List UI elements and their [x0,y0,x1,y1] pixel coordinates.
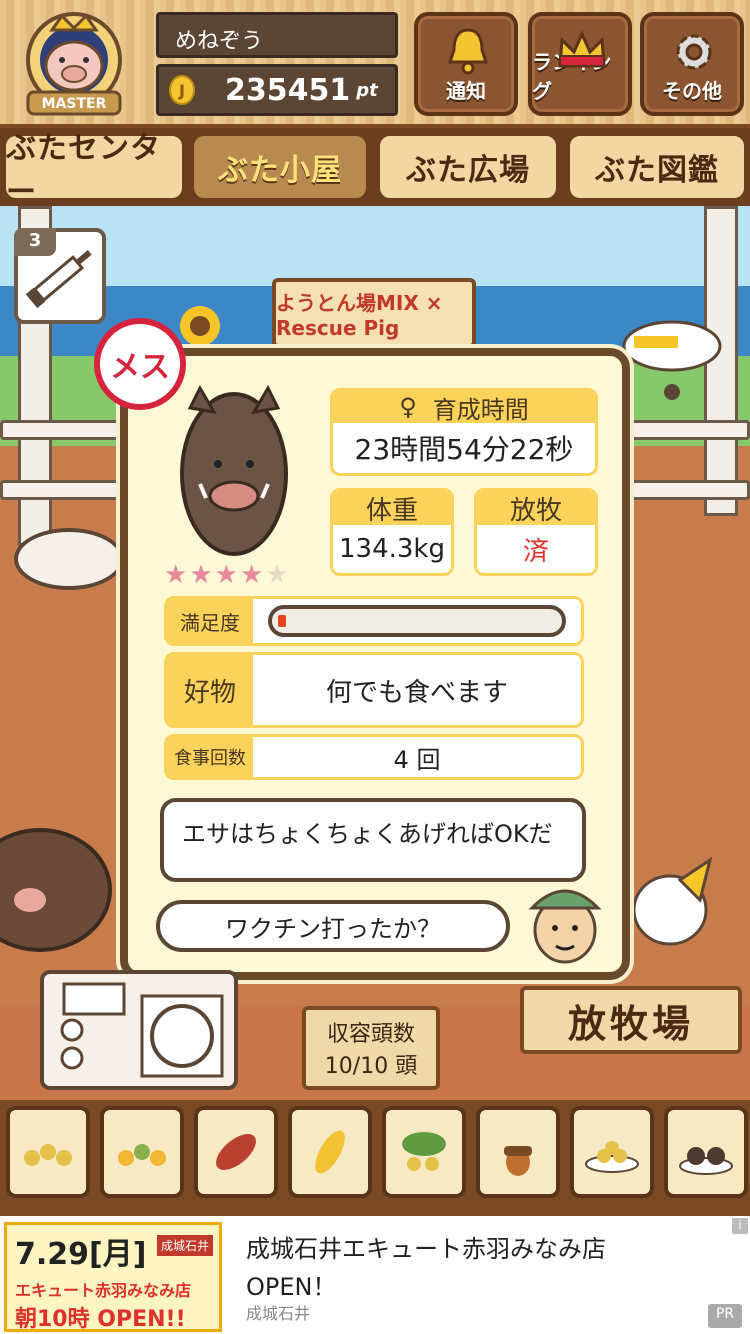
vegetable-icon [402,1132,446,1171]
star-empty-icon: ★ [265,560,291,590]
favorite-label: 好物 [167,655,253,725]
satisfaction-fill [278,615,286,627]
grain-plate-icon [585,1141,639,1173]
tab-pig-center[interactable]: ぶたセンター [2,131,186,210]
points-value: 235451 [225,72,351,108]
gender-label: メス [110,350,170,385]
growth-time-label: 育成時間 [432,395,529,424]
badge-label: MASTER [42,96,107,112]
ranking-button[interactable]: ランキング [528,12,632,116]
master-badge[interactable]: MASTER [14,8,134,118]
feed-slot-2[interactable] [100,1106,184,1198]
star-icon: ★ [189,560,215,590]
points-unit: pt [356,79,378,101]
collab-sign: ようとん場MIX × Rescue Pig [272,278,476,348]
settings-button[interactable]: その他 [640,12,744,116]
water-bowl[interactable] [14,528,124,590]
feed-slot-5[interactable] [382,1106,466,1198]
feed-slot-1[interactable] [6,1106,90,1198]
user-name: めねぞう [156,12,398,58]
notification-button[interactable]: 通知 [414,12,518,116]
pasture-button[interactable]: 放牧場 [520,986,742,1054]
weight-box: 体重 134.3kg [330,488,454,576]
corn-mix-icon [118,1144,166,1166]
boar-left[interactable] [0,800,130,960]
barn-control-panel[interactable] [40,970,238,1090]
ad-image-brand: 成城石井 [156,1235,213,1256]
dark-balls-icon [679,1147,733,1175]
farmer-speech-bubble: エサはちょくちょくあげればOKだ [160,798,586,882]
corn-icon [315,1130,345,1174]
growth-time-value: 23時間54分22秒 [354,433,574,466]
feed-slot-3[interactable] [194,1106,278,1198]
rarity-stars: ★★★★★ [164,560,291,590]
tab-pig-encyclopedia[interactable]: ぶた図鑑 [566,132,748,202]
favorite-row: 好物 何でも食べます [164,652,584,728]
satisfaction-row: 満足度 [164,596,584,646]
timer-icon: ♀ [399,393,417,421]
acorn-icon [504,1146,532,1176]
star-icon: ★ [214,560,240,590]
satisfaction-bar [268,605,566,637]
ad-pr-badge: PR [708,1304,742,1328]
boar-portrait [180,384,288,556]
tab-pig-house[interactable]: ぶた小屋 [190,132,370,202]
capacity-sign: 収容頭数 10/10 頭 [302,1006,440,1090]
farmer-avatar [528,889,602,964]
ad-image-store: エキュート赤羽みなみ店 [15,1281,192,1300]
coin-icon: J [169,75,195,105]
tab-pig-plaza[interactable]: ぶた広場 [376,132,560,202]
meals-label: 食事回数 [167,737,253,777]
beans-icon [24,1144,72,1166]
bell-icon [447,28,489,75]
vaccine-reply-button[interactable]: ワクチン打ったか？ [156,900,510,952]
feed-slot-4[interactable] [288,1106,372,1198]
gear-icon [676,34,712,70]
capacity-value: 10/10 頭 [324,1054,418,1079]
star-icon: ★ [239,560,266,590]
settings-label: その他 [662,79,722,103]
satisfaction-label: 満足度 [167,599,253,643]
weight-value: 134.3kg [339,534,445,564]
points-display: J 235451 pt [156,64,398,116]
favorite-value: 何でも食べます [253,655,581,725]
ad-sponsor: 成城石井 [246,1304,311,1323]
ad-image[interactable]: 7.29[月] エキュート赤羽みなみ店 朝10時 OPEN!! 成城石井 [4,1222,222,1332]
grazing-value: 済 [522,536,549,567]
star-icon: ★ [164,560,190,590]
crown-icon [558,30,606,68]
ad-image-open: 朝10時 OPEN!! [15,1307,186,1332]
ad-info-icon[interactable]: i [732,1218,748,1234]
feed-slot-6[interactable] [476,1106,560,1198]
notification-label: 通知 [446,79,486,103]
weight-label: 体重 [333,491,451,526]
feed-slot-8[interactable] [664,1106,748,1198]
fan-icon [60,982,224,1078]
meals-row: 食事回数 4 回 [164,734,584,780]
capacity-label: 収容頭数 [326,1022,415,1047]
meals-value: 4 回 [253,737,581,777]
bird[interactable] [630,850,720,950]
feed-slot-7[interactable] [570,1106,654,1198]
ad-title[interactable]: 成城石井エキュート赤羽みなみ店OPEN！ [246,1230,646,1306]
grazing-label: 放牧 [477,491,595,526]
grazing-box: 放牧 済 [474,488,598,576]
growth-time-box: ♀ 育成時間 23時間54分22秒 [330,388,598,476]
syringe-count: 3 [14,228,56,256]
sweet-potato-icon [216,1134,256,1170]
